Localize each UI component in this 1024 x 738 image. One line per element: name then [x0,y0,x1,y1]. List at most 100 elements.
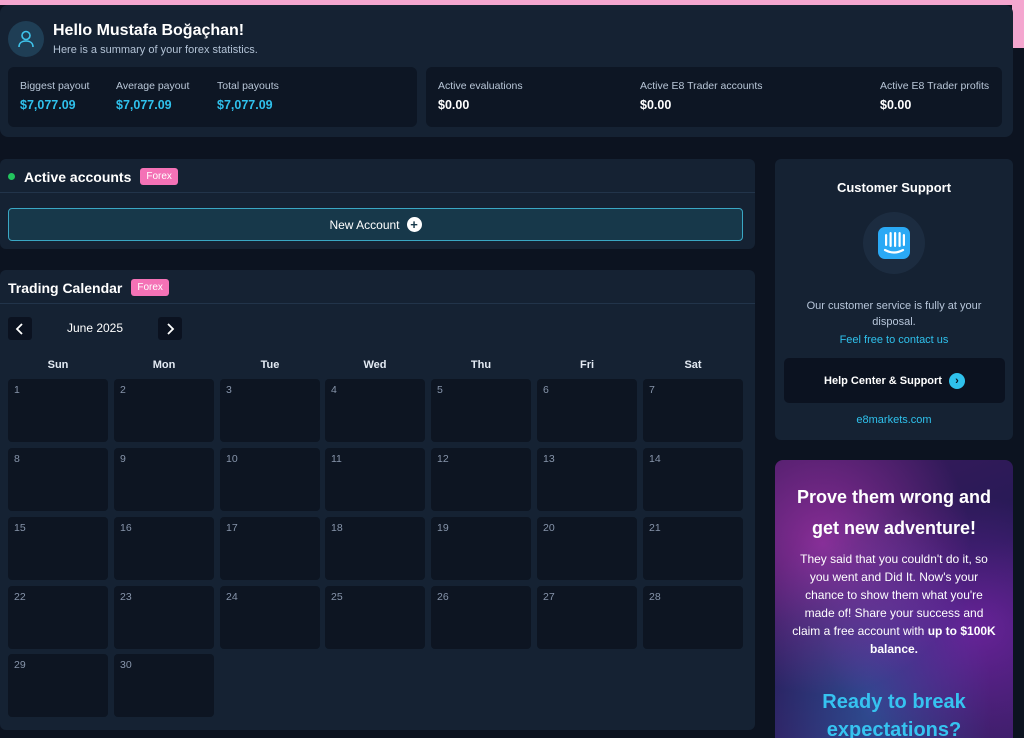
stat-value: $7,077.09 [116,98,172,112]
active-accounts-title: Active accounts [24,168,132,185]
calendar-day-number: 20 [543,522,555,534]
calendar-day-cell[interactable]: 8 [8,448,108,511]
calendar-day-cell[interactable]: 27 [537,586,637,649]
calendar-day-number: 24 [226,591,238,603]
calendar-day-cell[interactable]: 22 [8,586,108,649]
month-navigator: June 2025 [8,317,182,340]
calendar-day-cell[interactable]: 30 [114,654,214,717]
intercom-chat-icon [878,227,910,259]
website-link[interactable]: e8markets.com [775,414,1013,426]
customer-support-panel: Customer Support Our customer service is… [775,159,1013,440]
calendar-day-cell[interactable]: 13 [537,448,637,511]
divider [0,303,755,304]
stat-active-evaluations: Active evaluations $0.00 [438,80,523,112]
calendar-day-cell[interactable]: 5 [431,379,531,442]
trading-calendar-title: Trading Calendar [8,279,123,296]
weekday-label: Sun [47,359,69,371]
calendar-day-cell[interactable]: 17 [220,517,320,580]
calendar-day-number: 5 [437,384,443,396]
support-description: Our customer service is fully at your di… [806,300,982,328]
calendar-day-cell[interactable]: 26 [431,586,531,649]
prev-month-button[interactable] [8,317,32,340]
arrow-right-icon: › [948,372,965,389]
calendar-day-number: 18 [331,522,343,534]
calendar-day-cell[interactable]: 20 [537,517,637,580]
stat-total-payouts: Total payouts $7,077.09 [217,80,279,112]
calendar-day-cell[interactable]: 16 [114,517,214,580]
calendar-day-cell[interactable]: 6 [537,379,637,442]
forex-badge: Forex [131,279,169,296]
weekday-label: Sat [684,359,702,371]
stat-biggest-payout: Biggest payout $7,077.09 [20,80,89,112]
greeting-title: Hello Mustafa Boğaçhan! [53,22,245,39]
calendar-day-number: 29 [14,659,26,671]
calendar-day-cell[interactable]: 11 [325,448,425,511]
stat-label: Active E8 Trader profits [880,80,990,92]
calendar-day-number: 2 [120,384,126,396]
calendar-day-number: 7 [649,384,655,396]
calendar-day-number: 8 [14,453,20,465]
stat-label: Total payouts [217,80,279,92]
support-icon-badge [863,212,925,274]
new-account-button[interactable]: New Account + [8,208,743,241]
calendar-day-cell[interactable]: 23 [114,586,214,649]
divider [0,192,755,193]
stat-value: $7,077.09 [20,98,76,112]
calendar-day-cell[interactable]: 10 [220,448,320,511]
weekday-label: Mon [152,359,176,371]
calendar-day-number: 27 [543,591,555,603]
stat-value: $7,077.09 [217,98,273,112]
help-center-label: Help Center & Support [824,374,942,387]
calendar-day-number: 21 [649,522,661,534]
weekday-label: Thu [470,359,492,371]
calendar-day-number: 13 [543,453,555,465]
contact-us-link[interactable]: Feel free to contact us [775,334,1013,346]
customer-support-title: Customer Support [836,180,952,195]
calendar-day-number: 17 [226,522,238,534]
calendar-day-number: 3 [226,384,232,396]
help-center-button[interactable]: Help Center & Support › [784,358,1005,403]
stat-active-trader-accounts: Active E8 Trader accounts $0.00 [640,80,763,112]
forex-badge: Forex [140,168,178,185]
calendar-day-number: 26 [437,591,449,603]
active-accounts-panel: Active accounts Forex New Account + [0,159,755,249]
chevron-right-icon [167,322,175,335]
stat-active-trader-profits: Active E8 Trader profits $0.00 [880,80,989,112]
stat-average-payout: Average payout $7,077.09 [116,80,189,112]
payout-stats: Biggest payout $7,077.09 Average payout … [8,67,417,127]
calendar-day-number: 11 [331,453,342,465]
status-dot-icon [8,173,15,180]
greeting-subtitle: Here is a summary of your forex statisti… [53,44,258,56]
calendar-day-cell[interactable]: 15 [8,517,108,580]
promo-call-to-action: Ready to break expectations? [822,691,966,738]
calendar-day-number: 9 [120,453,126,465]
calendar-day-cell[interactable]: 4 [325,379,425,442]
calendar-day-cell[interactable]: 9 [114,448,214,511]
calendar-day-number: 30 [120,659,132,671]
calendar-day-cell[interactable]: 1 [8,379,108,442]
user-icon [18,30,34,48]
calendar-day-cell[interactable]: 21 [643,517,743,580]
calendar-day-number: 25 [331,591,343,603]
calendar-day-cell[interactable]: 2 [114,379,214,442]
stat-value: $0.00 [640,98,672,112]
calendar-day-cell[interactable]: 24 [220,586,320,649]
trading-calendar-header: Trading Calendar Forex [8,279,169,296]
calendar-day-number: 4 [331,384,337,396]
calendar-day-cell[interactable]: 19 [431,517,531,580]
calendar-day-cell[interactable]: 25 [325,586,425,649]
promo-banner[interactable]: Prove them wrong and get new adventure! … [775,460,1013,738]
calendar-day-cell[interactable]: 29 [8,654,108,717]
calendar-day-cell[interactable]: 7 [643,379,743,442]
calendar-day-number: 15 [14,522,26,534]
avatar[interactable] [8,21,44,57]
calendar-day-cell[interactable]: 18 [325,517,425,580]
calendar-day-cell[interactable]: 3 [220,379,320,442]
next-month-button[interactable] [158,317,182,340]
calendar-day-number: 14 [649,453,661,465]
stat-label: Biggest payout [20,80,90,92]
calendar-day-cell[interactable]: 14 [643,448,743,511]
calendar-day-cell[interactable]: 28 [643,586,743,649]
right-accent-bar [1012,0,1024,48]
calendar-day-cell[interactable]: 12 [431,448,531,511]
